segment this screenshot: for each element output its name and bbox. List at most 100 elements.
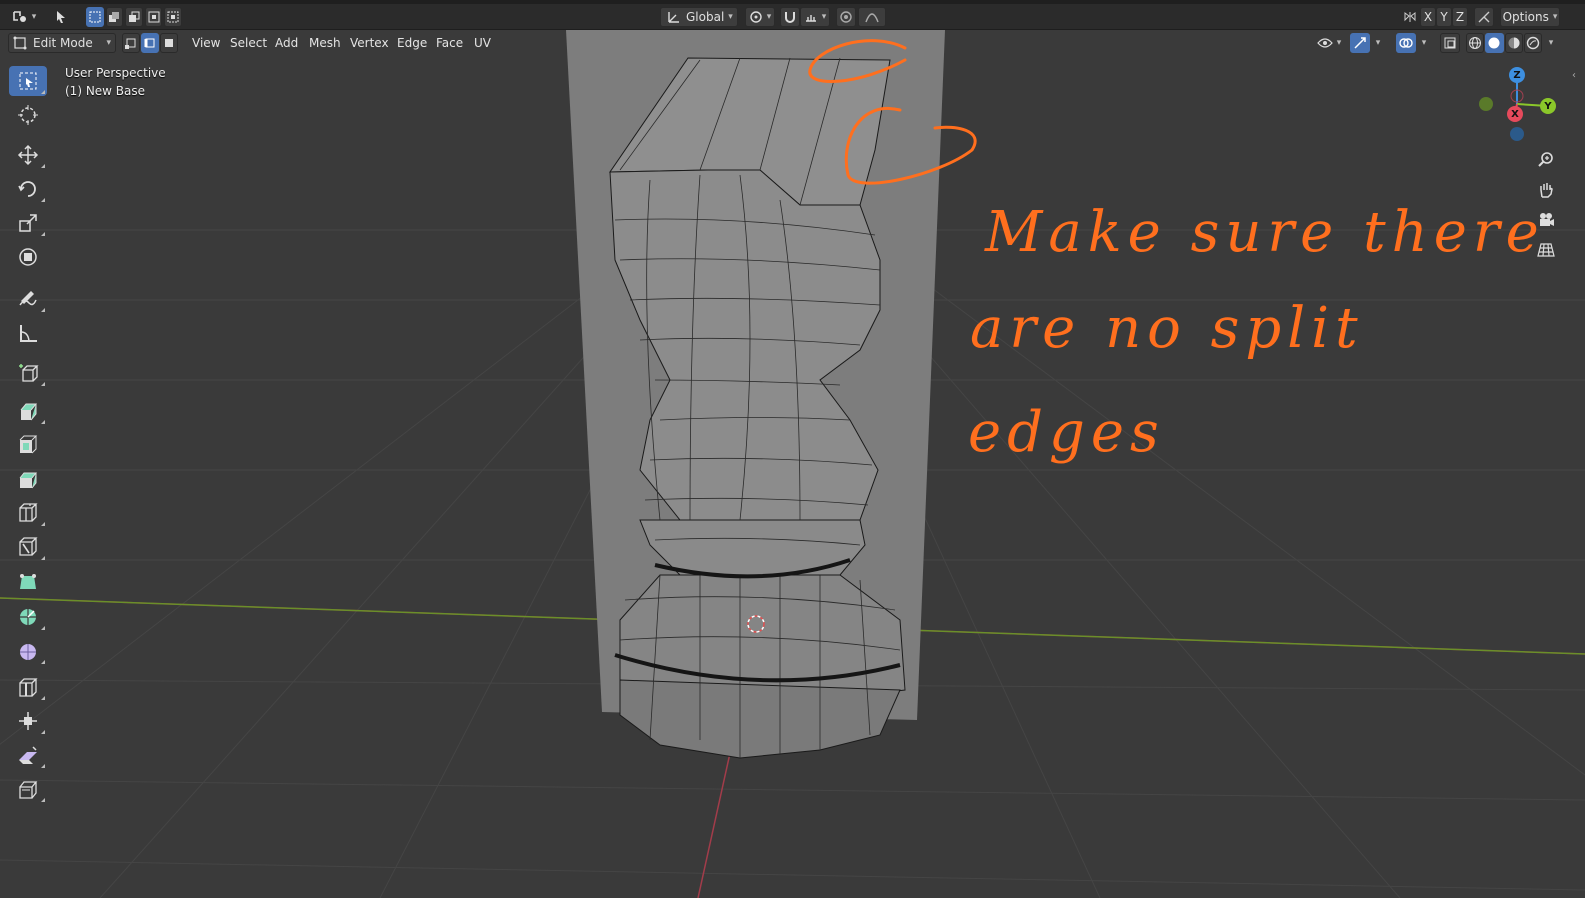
select-intersect-button[interactable] [164,7,182,27]
auto-merge-toggle[interactable] [1474,7,1494,27]
transform-orientation-dropdown[interactable]: Global ▾ [660,7,738,27]
sidebar-expand-arrow[interactable]: ‹ [1572,70,1576,81]
spin-tool[interactable] [9,602,47,632]
measure-tool[interactable] [9,318,47,348]
shear-icon [19,746,37,764]
face-select-icon [165,39,173,47]
edge-slide-icon [19,678,38,697]
snap-target-dropdown[interactable]: ▾ [800,7,830,27]
inset-tool[interactable] [9,430,47,460]
loop-cut-tool[interactable] [9,498,47,528]
overlays-toggle[interactable] [1396,33,1416,53]
options-dropdown[interactable]: Options ▾ [1500,7,1560,27]
rip-region-tool[interactable] [9,774,47,804]
editor-type-icon [12,11,26,22]
orientation-label: Global [686,10,725,24]
menu-face[interactable]: Face [430,33,469,53]
viewport-header: ▾ Global ▾ ▾ ▾ X Y Z Options ▾ [0,0,1585,30]
extrude-tool[interactable] [9,396,47,426]
knife-tool[interactable] [9,532,47,562]
menu-view[interactable]: View [186,33,226,53]
mirror-z-toggle[interactable]: Z [1452,7,1468,27]
edge-select-icon [144,38,155,48]
select-extend-button[interactable] [105,7,124,27]
smooth-tool[interactable] [9,636,47,666]
proportional-edit-toggle[interactable] [836,7,856,27]
options-label: Options [1502,10,1549,24]
tool-corner-marker [41,764,45,768]
select-new-button[interactable] [86,7,104,27]
chevron-down-icon: ▾ [106,38,111,48]
select-tool-button[interactable] [50,7,72,27]
gizmo-y-axis[interactable]: Y [1540,98,1556,114]
edge-slide-tool[interactable] [9,672,47,702]
chevron-down-icon: ▾ [1421,38,1427,48]
menu-edge[interactable]: Edge [391,33,433,53]
snap-toggle[interactable] [780,7,800,27]
visibility-dropdown[interactable]: ▾ [1314,33,1344,53]
cursor-arrow-icon [57,11,65,23]
viewport-info-overlay: User Perspective (1) New Base [65,64,166,100]
mirror-x-toggle[interactable]: X [1420,7,1436,27]
menu-mesh[interactable]: Mesh [303,33,347,53]
proportional-edit-icon [840,11,852,23]
poly-build-icon [20,574,36,589]
poly-build-tool[interactable] [9,568,47,598]
solid-sphere-icon [1488,37,1500,49]
move-tool[interactable] [9,140,47,170]
annotate-tool[interactable] [9,284,47,314]
shading-mode-group [1466,33,1542,53]
gizmo-x-axis[interactable]: X [1507,106,1523,122]
knife-icon [19,537,38,556]
shrink-fatten-tool[interactable] [9,706,47,736]
chevron-down-icon: ▾ [1548,38,1554,48]
interaction-mode-dropdown[interactable]: Edit Mode ▾ [8,33,116,53]
vertex-select-button[interactable] [122,33,140,53]
tool-corner-marker [41,90,45,94]
mirror-y-toggle[interactable]: Y [1436,7,1452,27]
material-shading-button[interactable] [1504,33,1523,53]
active-object-label: (1) New Base [65,84,146,98]
bevel-tool[interactable] [9,464,47,494]
add-cube-tool[interactable] [9,358,47,388]
select-extend-icon [109,12,120,22]
wireframe-shading-button[interactable] [1466,33,1485,53]
editor-type-button[interactable]: ▾ [8,7,40,27]
tool-corner-marker [41,660,45,664]
cursor-tool[interactable] [9,100,47,130]
chevron-down-icon: ▾ [766,12,772,22]
tool-shelf [6,62,48,812]
gizmo-toggle[interactable] [1350,33,1370,53]
overlays-dropdown[interactable]: ▾ [1417,33,1431,53]
select-box-tool[interactable] [9,66,47,96]
face-select-button[interactable] [160,33,178,53]
menu-select[interactable]: Select [224,33,273,53]
transform-tool[interactable] [9,242,47,272]
solid-shading-button[interactable] [1485,33,1504,53]
3d-viewport[interactable] [0,0,1585,898]
select-subtract-button[interactable] [125,7,143,27]
rotate-tool[interactable] [9,174,47,204]
menu-uv[interactable]: UV [468,33,497,53]
mirror-toggle[interactable] [1400,7,1420,27]
select-invert-button[interactable] [144,7,163,27]
zoom-magnifier-icon [1538,152,1553,167]
gizmo-dropdown[interactable]: ▾ [1371,33,1385,53]
falloff-dropdown[interactable] [858,7,886,27]
hand-icon [1540,183,1553,198]
pivot-point-dropdown[interactable]: ▾ [745,7,775,27]
select-mode-group [122,33,180,53]
xray-toggle[interactable] [1440,33,1460,53]
butterfly-mirror-icon [1404,12,1416,22]
shading-dropdown[interactable]: ▾ [1544,33,1558,53]
loop-cut-icon [19,503,38,522]
menu-add[interactable]: Add [269,33,304,53]
edge-select-button[interactable] [141,33,159,53]
inset-icon [19,435,38,454]
shear-tool[interactable] [9,740,47,770]
gizmo-z-axis[interactable]: Z [1509,67,1525,83]
menu-vertex[interactable]: Vertex [344,33,395,53]
rendered-shading-button[interactable] [1523,33,1542,53]
zoom-button[interactable] [1532,146,1560,174]
scale-tool[interactable] [9,208,47,238]
